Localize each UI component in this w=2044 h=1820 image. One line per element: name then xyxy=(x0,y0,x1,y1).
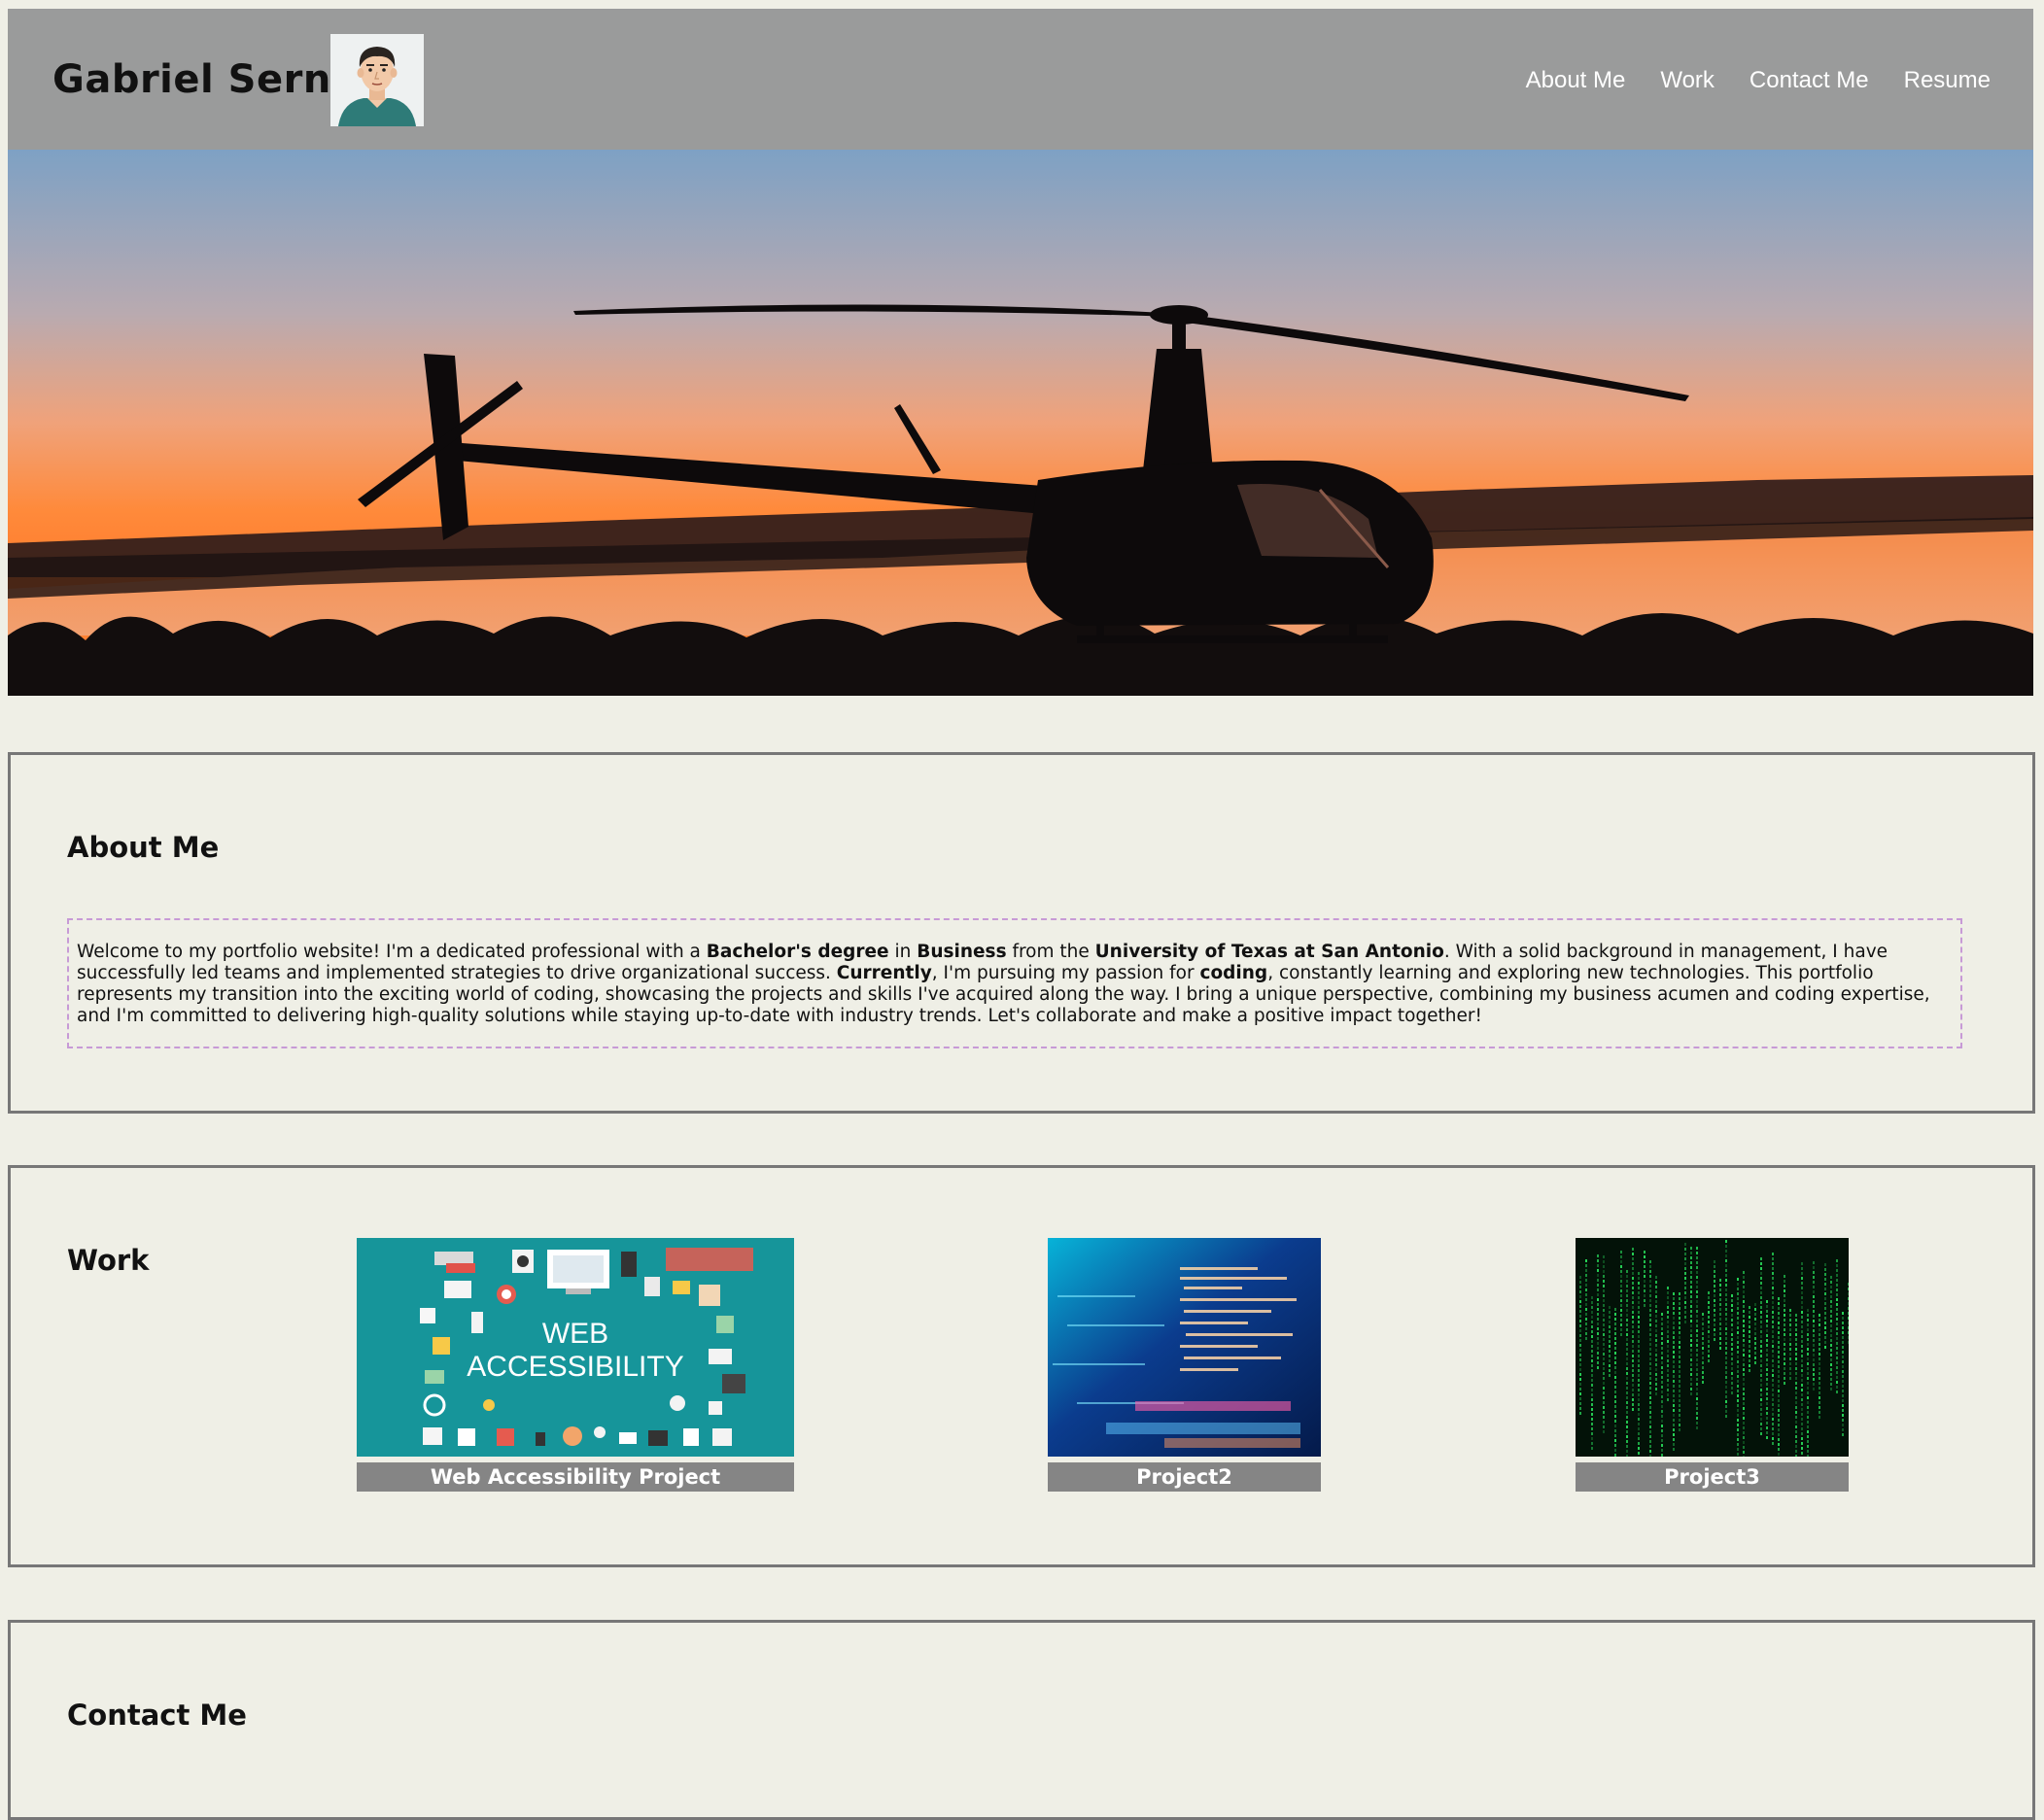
nav-link-work[interactable]: Work xyxy=(1660,67,1715,94)
nav-link-contact-me[interactable]: Contact Me xyxy=(1750,67,1869,94)
contact-title: Contact Me xyxy=(67,1699,247,1732)
portfolio-page: Gabriel Serna About Me Work Contact Me R… xyxy=(0,0,2044,1820)
web-accessibility-thumbnail-icon: WEB ACCESSIBILITY xyxy=(357,1238,794,1457)
about-bold-text: University of Texas at San Antonio xyxy=(1094,942,1444,962)
project-thumbnail[interactable] xyxy=(1048,1238,1321,1457)
project-caption[interactable]: Project2 xyxy=(1048,1462,1321,1492)
about-bold-text: Currently xyxy=(836,963,932,983)
work-title: Work xyxy=(67,1244,150,1277)
work-section: Work WEB ACCESSIBILITY Web Accessibility… xyxy=(8,1165,2035,1567)
thumb-text-line1: WEB xyxy=(542,1318,608,1350)
nav-link-resume[interactable]: Resume xyxy=(1904,67,1991,94)
about-section: About Me Welcome to my portfolio website… xyxy=(8,752,2035,1114)
main-nav: About Me Work Contact Me Resume xyxy=(1526,67,1991,94)
hero-image xyxy=(8,150,2033,696)
about-text: in xyxy=(888,942,918,962)
about-bold-text: Business xyxy=(917,942,1007,962)
site-name[interactable]: Gabriel Serna xyxy=(52,57,358,102)
about-bold-text: coding xyxy=(1199,963,1268,983)
matrix-rain-thumbnail-icon xyxy=(1576,1238,1849,1457)
contact-section: Contact Me xyxy=(8,1620,2035,1820)
about-text: , I'm pursuing my passion for xyxy=(931,963,1200,983)
about-paragraph-box: Welcome to my portfolio website! I'm a d… xyxy=(67,918,1962,1048)
project-thumbnail[interactable] xyxy=(1576,1238,1849,1457)
site-header: Gabriel Serna About Me Work Contact Me R… xyxy=(8,9,2033,150)
about-text: from the xyxy=(1006,942,1095,962)
avatar-illustration-icon xyxy=(330,34,424,126)
helicopter-sunset-photo-icon xyxy=(8,150,2033,696)
about-title: About Me xyxy=(67,831,220,864)
project-caption[interactable]: Web Accessibility Project xyxy=(357,1462,794,1492)
nav-link-about-me[interactable]: About Me xyxy=(1526,67,1626,94)
project-thumbnail[interactable]: WEB ACCESSIBILITY xyxy=(357,1238,794,1457)
project-card-3[interactable]: Project3 xyxy=(1576,1238,1849,1492)
about-paragraph: Welcome to my portfolio website! I'm a d… xyxy=(77,942,1930,1026)
project-card-web-accessibility[interactable]: WEB ACCESSIBILITY Web Accessibility Proj… xyxy=(357,1238,794,1492)
project-caption[interactable]: Project3 xyxy=(1576,1462,1849,1492)
code-screen-thumbnail-icon xyxy=(1048,1238,1321,1457)
avatar xyxy=(330,34,424,126)
about-bold-text: Bachelor's degree xyxy=(706,942,889,962)
project-card-2[interactable]: Project2 xyxy=(1048,1238,1321,1492)
thumb-text-line2: ACCESSIBILITY xyxy=(467,1351,683,1383)
about-text: Welcome to my portfolio website! I'm a d… xyxy=(77,942,707,962)
